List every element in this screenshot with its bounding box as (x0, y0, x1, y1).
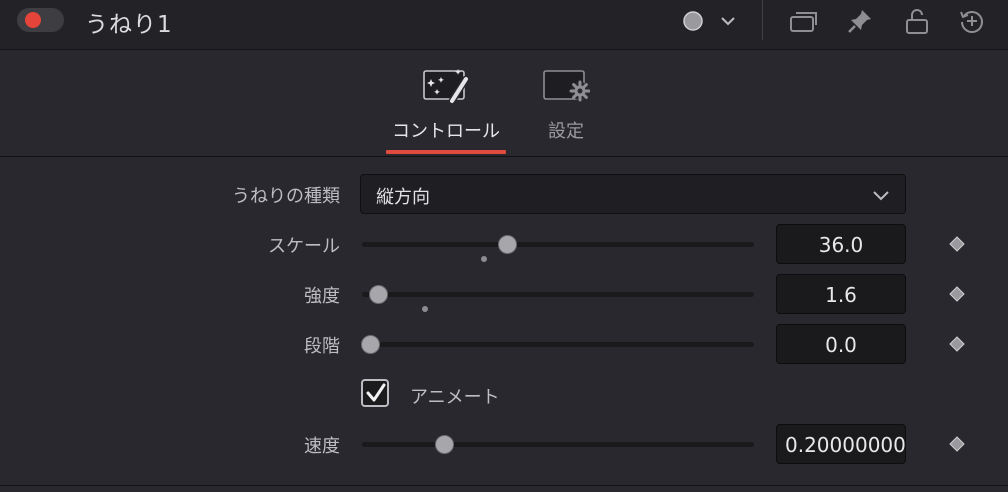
param-row-type: うねりの種類 縦方向 (0, 174, 1008, 214)
lock-icon[interactable] (902, 6, 932, 36)
enable-indicator (25, 12, 41, 28)
speed-value: 0.20000000 (785, 433, 906, 457)
chevron-down-icon (871, 185, 891, 205)
steps-value-field[interactable]: 0.0 (776, 324, 906, 364)
chevron-down-icon[interactable] (713, 6, 743, 36)
slider-track (362, 342, 754, 347)
copy-windows-icon[interactable] (789, 6, 819, 36)
settings-gear-icon (542, 67, 591, 105)
inspector-tabs: コントロール 設定 (0, 51, 1008, 157)
strength-slider[interactable] (360, 274, 756, 314)
keyframe-diamond-icon[interactable] (949, 336, 965, 352)
param-label-steps: 段階 (304, 336, 340, 357)
type-dropdown[interactable]: 縦方向 (360, 174, 906, 214)
param-row-steps: 段階 0.0 (0, 324, 1008, 364)
steps-value: 0.0 (825, 333, 857, 357)
node-header: うねり1 (0, 0, 1008, 50)
steps-slider[interactable] (360, 324, 756, 364)
node-title: うねり1 (85, 12, 173, 38)
param-label-scale: スケール (268, 236, 340, 257)
reset-history-icon[interactable] (957, 6, 987, 36)
speed-value-field[interactable]: 0.20000000 (776, 424, 906, 464)
param-label-strength: 強度 (304, 286, 340, 307)
magic-wand-icon (422, 67, 470, 105)
param-label-speed: 速度 (304, 436, 340, 457)
color-dot-icon[interactable] (678, 6, 708, 36)
slider-thumb[interactable] (498, 235, 518, 254)
animate-label: アニメート (410, 387, 500, 408)
animate-checkbox[interactable] (361, 379, 389, 407)
pin-icon[interactable] (845, 6, 875, 36)
header-divider (762, 0, 763, 40)
tab-settings[interactable]: 設定 (526, 51, 606, 157)
enable-toggle[interactable] (17, 8, 64, 32)
slider-thumb[interactable] (368, 285, 388, 304)
param-row-animate: アニメート (0, 377, 1008, 417)
slider-track (362, 442, 754, 447)
slider-thumb[interactable] (360, 335, 380, 354)
tab-settings-label: 設定 (548, 121, 584, 142)
speed-slider[interactable] (360, 424, 756, 464)
tab-controls[interactable]: コントロール (386, 51, 506, 157)
slider-track (362, 242, 754, 247)
scale-slider[interactable] (360, 224, 756, 264)
slider-default-marker (421, 306, 428, 312)
param-row-speed: 速度 0.20000000 (0, 424, 1008, 464)
active-tab-indicator (386, 150, 506, 154)
panel-bottom-divider (0, 485, 1008, 486)
type-dropdown-value: 縦方向 (376, 187, 430, 208)
keyframe-diamond-icon[interactable] (949, 236, 965, 252)
scale-value-field[interactable]: 36.0 (776, 224, 906, 264)
keyframe-diamond-icon[interactable] (949, 436, 965, 452)
param-row-strength: 強度 1.6 (0, 274, 1008, 314)
tab-controls-label: コントロール (392, 121, 500, 142)
strength-value-field[interactable]: 1.6 (776, 274, 906, 314)
slider-track (362, 292, 754, 297)
slider-default-marker (480, 256, 487, 262)
strength-value: 1.6 (825, 283, 857, 307)
slider-thumb[interactable] (435, 435, 455, 454)
checkmark-icon (366, 383, 386, 402)
param-label-type: うねりの種類 (232, 186, 340, 207)
keyframe-diamond-icon[interactable] (949, 286, 965, 302)
scale-value: 36.0 (818, 233, 864, 257)
param-row-scale: スケール 36.0 (0, 224, 1008, 264)
